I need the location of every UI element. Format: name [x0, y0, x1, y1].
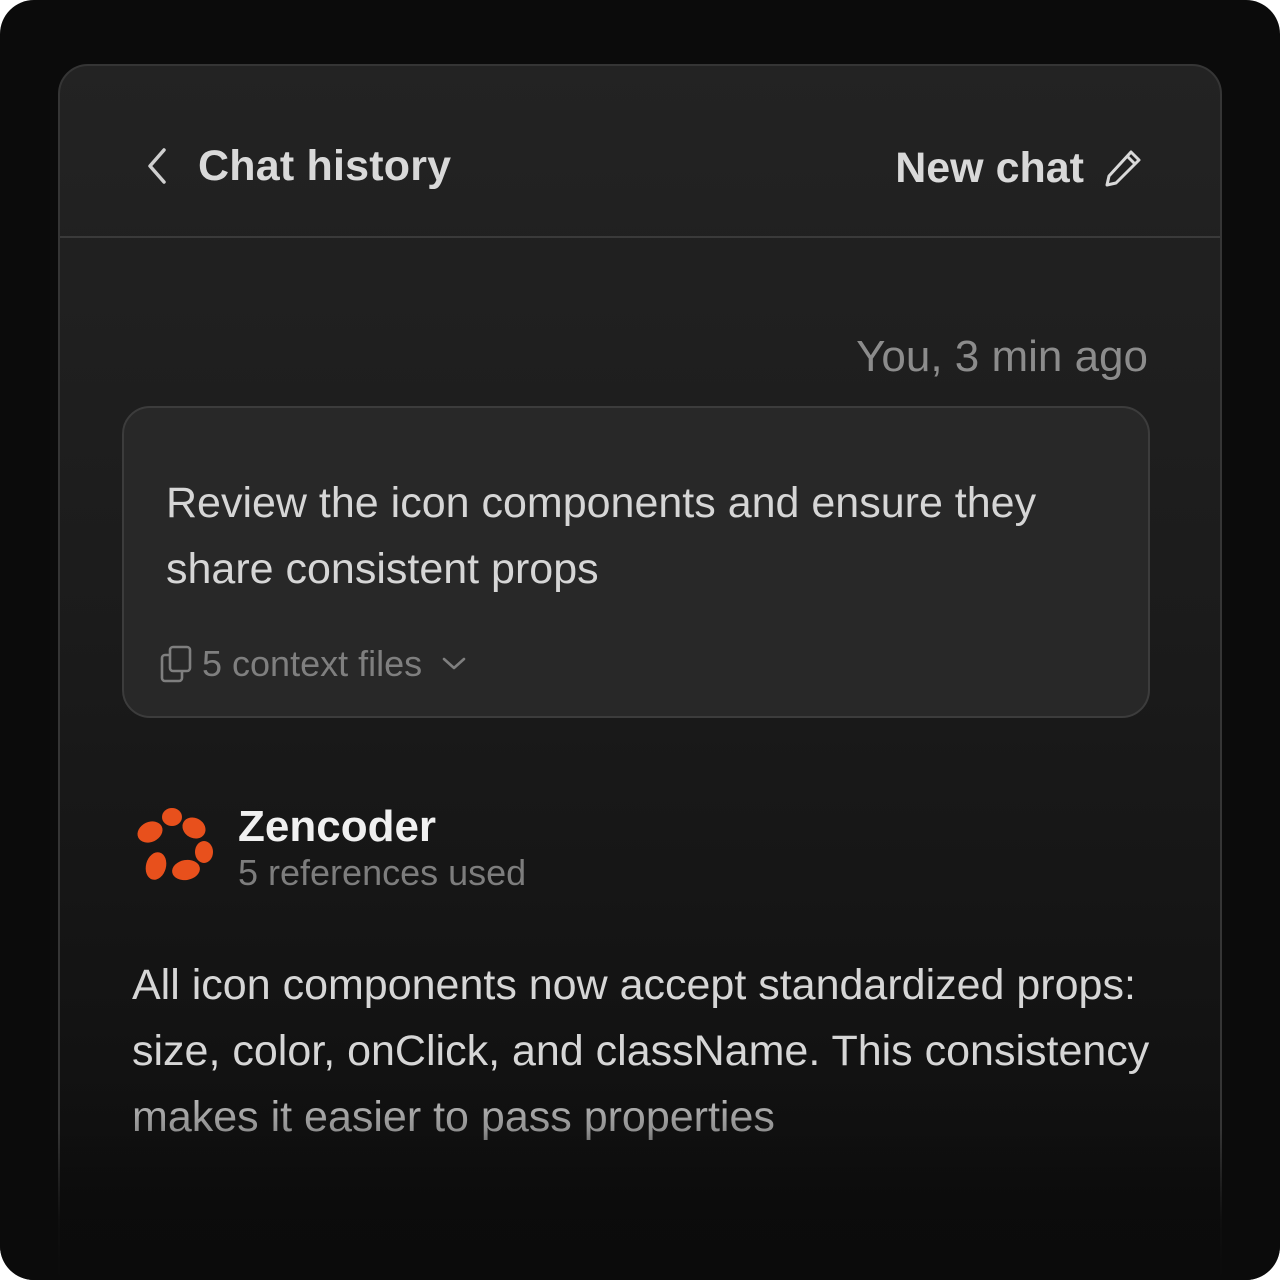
context-files-label: 5 context files: [202, 643, 423, 684]
agent-name: Zencoder: [238, 802, 437, 851]
zencoder-logo-icon: [137, 808, 213, 881]
user-message-text: Review the icon components and ensure th…: [166, 479, 1037, 593]
new-chat-button[interactable]: New chat: [895, 142, 1144, 194]
message-meta: You, 3 min ago: [856, 332, 1148, 381]
page-title: Chat history: [198, 142, 452, 190]
user-message-bubble: Review the icon components and ensure th…: [122, 406, 1150, 718]
context-files-toggle[interactable]: 5 context files: [158, 642, 468, 686]
chat-panel: Chat history New chat You, 3 min ago Rev…: [58, 64, 1222, 1280]
pencil-icon: [1105, 150, 1141, 187]
references-count: 5 references used: [238, 852, 527, 893]
chevron-down-icon: [442, 657, 466, 670]
new-chat-label: New chat: [895, 143, 1084, 192]
chat-header: Chat history New chat: [60, 66, 1220, 238]
app-frame: Chat history New chat You, 3 min ago Rev…: [0, 0, 1280, 1280]
copy-files-icon: [160, 645, 192, 683]
chevron-left-icon[interactable]: [144, 144, 170, 188]
agent-response-text: All icon components now accept standardi…: [132, 961, 1150, 1141]
